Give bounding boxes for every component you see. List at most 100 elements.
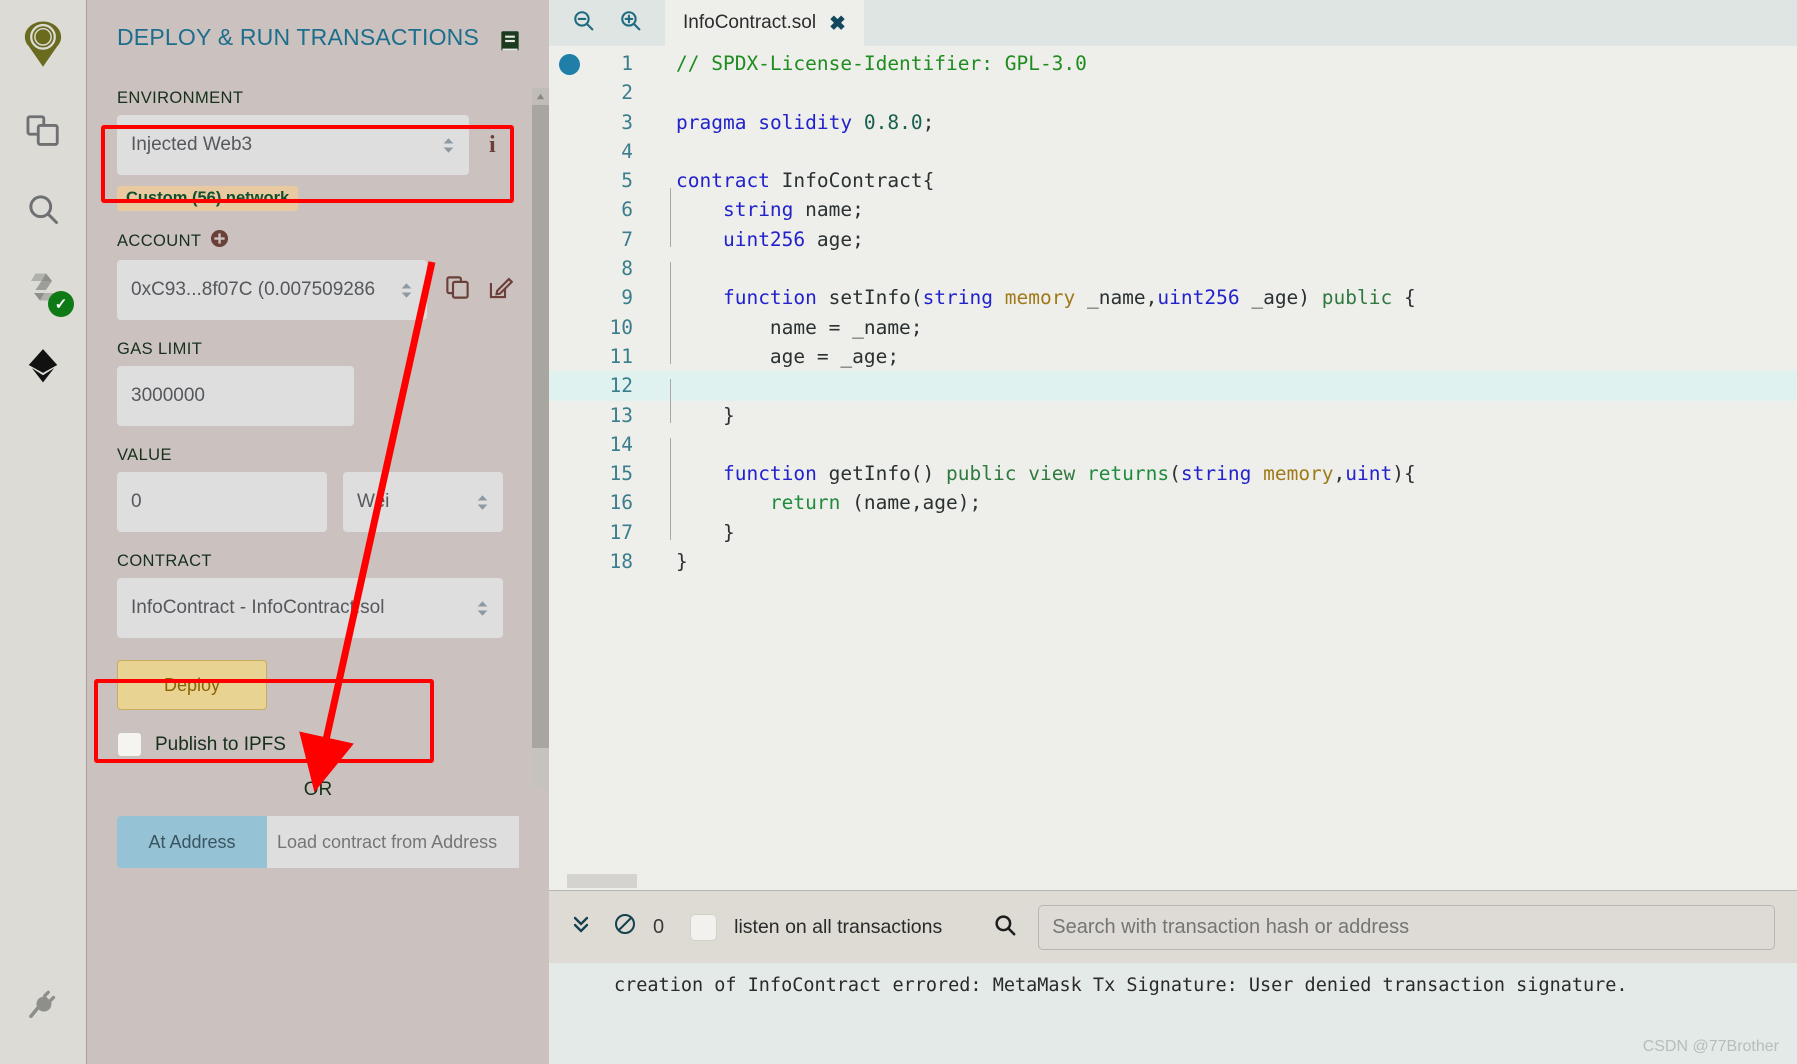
editor-hscroll-thumb[interactable] — [567, 874, 637, 888]
zoom-out-icon[interactable] — [571, 8, 596, 38]
environment-info-icon[interactable]: i — [489, 132, 496, 159]
publish-ipfs-row: Publish to IPFS — [117, 732, 519, 757]
code-token: return — [769, 491, 841, 515]
code-token: _age) — [1239, 286, 1322, 310]
editor-tabbar: InfoContract.sol ✖ — [549, 0, 1797, 46]
edit-icon[interactable] — [487, 274, 514, 306]
panel-header: DEPLOY & RUN TRANSACTIONS — [87, 0, 549, 59]
listen-all-checkbox[interactable] — [690, 913, 718, 941]
contract-docs-icon[interactable] — [497, 28, 523, 59]
file-explorer-icon[interactable] — [16, 104, 70, 158]
code-token: } — [676, 403, 735, 427]
code-token: name; — [793, 198, 864, 222]
code-line: 3 pragma solidity 0.8.0; — [549, 108, 1797, 137]
chevron-double-down-icon[interactable] — [569, 912, 593, 943]
environment-select[interactable]: Injected Web3 — [117, 115, 469, 175]
account-actions — [444, 274, 514, 306]
deploy-run-icon[interactable] — [16, 338, 70, 392]
at-address-input[interactable] — [267, 816, 519, 868]
panel-scroll-thumb[interactable] — [532, 105, 549, 748]
code-editor[interactable]: 1// SPDX-License-Identifier: GPL-3.0 2 3 pr… — [549, 46, 1797, 890]
network-badge: Custom (56) network — [117, 186, 299, 211]
tab-infocontract-sol[interactable]: InfoContract.sol ✖ — [665, 0, 864, 46]
code-token: solidity — [758, 110, 853, 134]
breakpoint-gutter[interactable] — [549, 46, 591, 890]
code-token: contract — [676, 169, 770, 193]
terminal-log: creation of InfoContract errored: MetaMa… — [549, 963, 1797, 1064]
publish-ipfs-checkbox[interactable] — [117, 732, 142, 757]
compile-success-badge: ✓ — [48, 291, 74, 317]
terminal-log-line: creation of InfoContract errored: MetaMa… — [614, 975, 1628, 996]
terminal-panel: 0 listen on all transactions creation of… — [549, 890, 1797, 1064]
code-line: 4 — [549, 137, 1797, 166]
code-token: ( — [910, 286, 923, 310]
breakpoint-marker[interactable] — [559, 54, 580, 75]
copy-icon[interactable] — [444, 274, 471, 306]
account-label-text: ACCOUNT — [117, 231, 202, 250]
remix-logo[interactable] — [14, 16, 72, 74]
deploy-run-panel: DEPLOY & RUN TRANSACTIONS ENVIRONMENT In… — [87, 0, 549, 1064]
zoom-in-icon[interactable] — [618, 8, 643, 38]
account-row: 0xC93...8f07C (0.007509286 — [117, 260, 519, 320]
search-icon[interactable] — [16, 182, 70, 236]
line-content: return (name,age); — [650, 481, 981, 517]
code-token: function — [722, 462, 817, 486]
editor-zoom-controls — [549, 0, 665, 46]
account-select[interactable]: 0xC93...8f07C (0.007509286 — [117, 260, 427, 320]
environment-value: Injected Web3 — [131, 134, 253, 155]
remix-ide-window: ✓ DEPLOY & RUN TRANSACTIONS ENVIRONMENT … — [0, 0, 1797, 1064]
clear-console-icon[interactable] — [613, 912, 637, 943]
icon-rail: ✓ — [0, 0, 87, 1064]
line-content: function setInfo(string memory _name,uin… — [650, 276, 1416, 312]
chevron-updown-icon — [442, 137, 455, 154]
deploy-button[interactable]: Deploy — [117, 660, 267, 710]
search-icon[interactable] — [992, 912, 1018, 943]
code-lines: 1// SPDX-License-Identifier: GPL-3.0 2 3 pr… — [549, 46, 1797, 576]
code-line: 8 — [549, 254, 1797, 292]
value-unit-select[interactable]: Wei — [343, 472, 503, 532]
plugin-manager-icon[interactable] — [16, 978, 70, 1032]
value-input[interactable]: 0 — [117, 472, 327, 532]
code-token: InfoContract — [781, 169, 923, 193]
code-line: 9 function setInfo(string memory _name,u… — [549, 276, 1797, 312]
code-token: age; — [805, 227, 864, 251]
code-line: 12 — [549, 371, 1797, 409]
scroll-up-arrow-icon[interactable] — [532, 88, 549, 105]
indent-guide — [670, 188, 671, 218]
indent-guide — [670, 510, 671, 541]
code-token: getInfo() — [816, 462, 947, 486]
code-line: 15 function getInfo() public view return… — [549, 452, 1797, 488]
contract-select[interactable]: InfoContract - InfoContract.sol — [117, 578, 503, 638]
panel-scrollbar[interactable] — [532, 88, 549, 788]
at-address-row: At Address — [117, 816, 519, 868]
code-token: { — [1392, 286, 1416, 310]
transaction-search-input[interactable] — [1038, 904, 1775, 950]
code-token: memory — [1263, 462, 1334, 486]
code-line: 18} — [549, 547, 1797, 576]
code-line: 6 string name; — [549, 188, 1797, 224]
tab-label: InfoContract.sol — [683, 12, 817, 33]
gas-limit-input[interactable]: 3000000 — [117, 366, 354, 426]
terminal-toolbar: 0 listen on all transactions — [549, 891, 1797, 963]
or-divider: OR — [303, 779, 333, 800]
code-token: setInfo — [816, 286, 911, 310]
code-token: ( — [1169, 462, 1181, 486]
code-line: 2 — [549, 78, 1797, 107]
contract-value: InfoContract - InfoContract.sol — [131, 597, 385, 618]
line-content: name = _name; — [650, 305, 923, 342]
close-icon[interactable]: ✖ — [829, 11, 846, 36]
pending-count: 0 — [653, 915, 665, 938]
line-content: } — [650, 510, 735, 547]
at-address-button[interactable]: At Address — [117, 816, 267, 868]
code-token: function — [722, 286, 817, 310]
add-account-icon[interactable] — [210, 229, 229, 253]
code-token: pragma — [676, 110, 747, 134]
indent-guide — [670, 305, 671, 335]
solidity-compiler-icon[interactable]: ✓ — [16, 260, 74, 317]
code-line: 11 age = _age; — [549, 334, 1797, 371]
chevron-updown-icon — [476, 494, 489, 511]
editor-horizontal-scrollbar[interactable] — [549, 874, 1797, 890]
